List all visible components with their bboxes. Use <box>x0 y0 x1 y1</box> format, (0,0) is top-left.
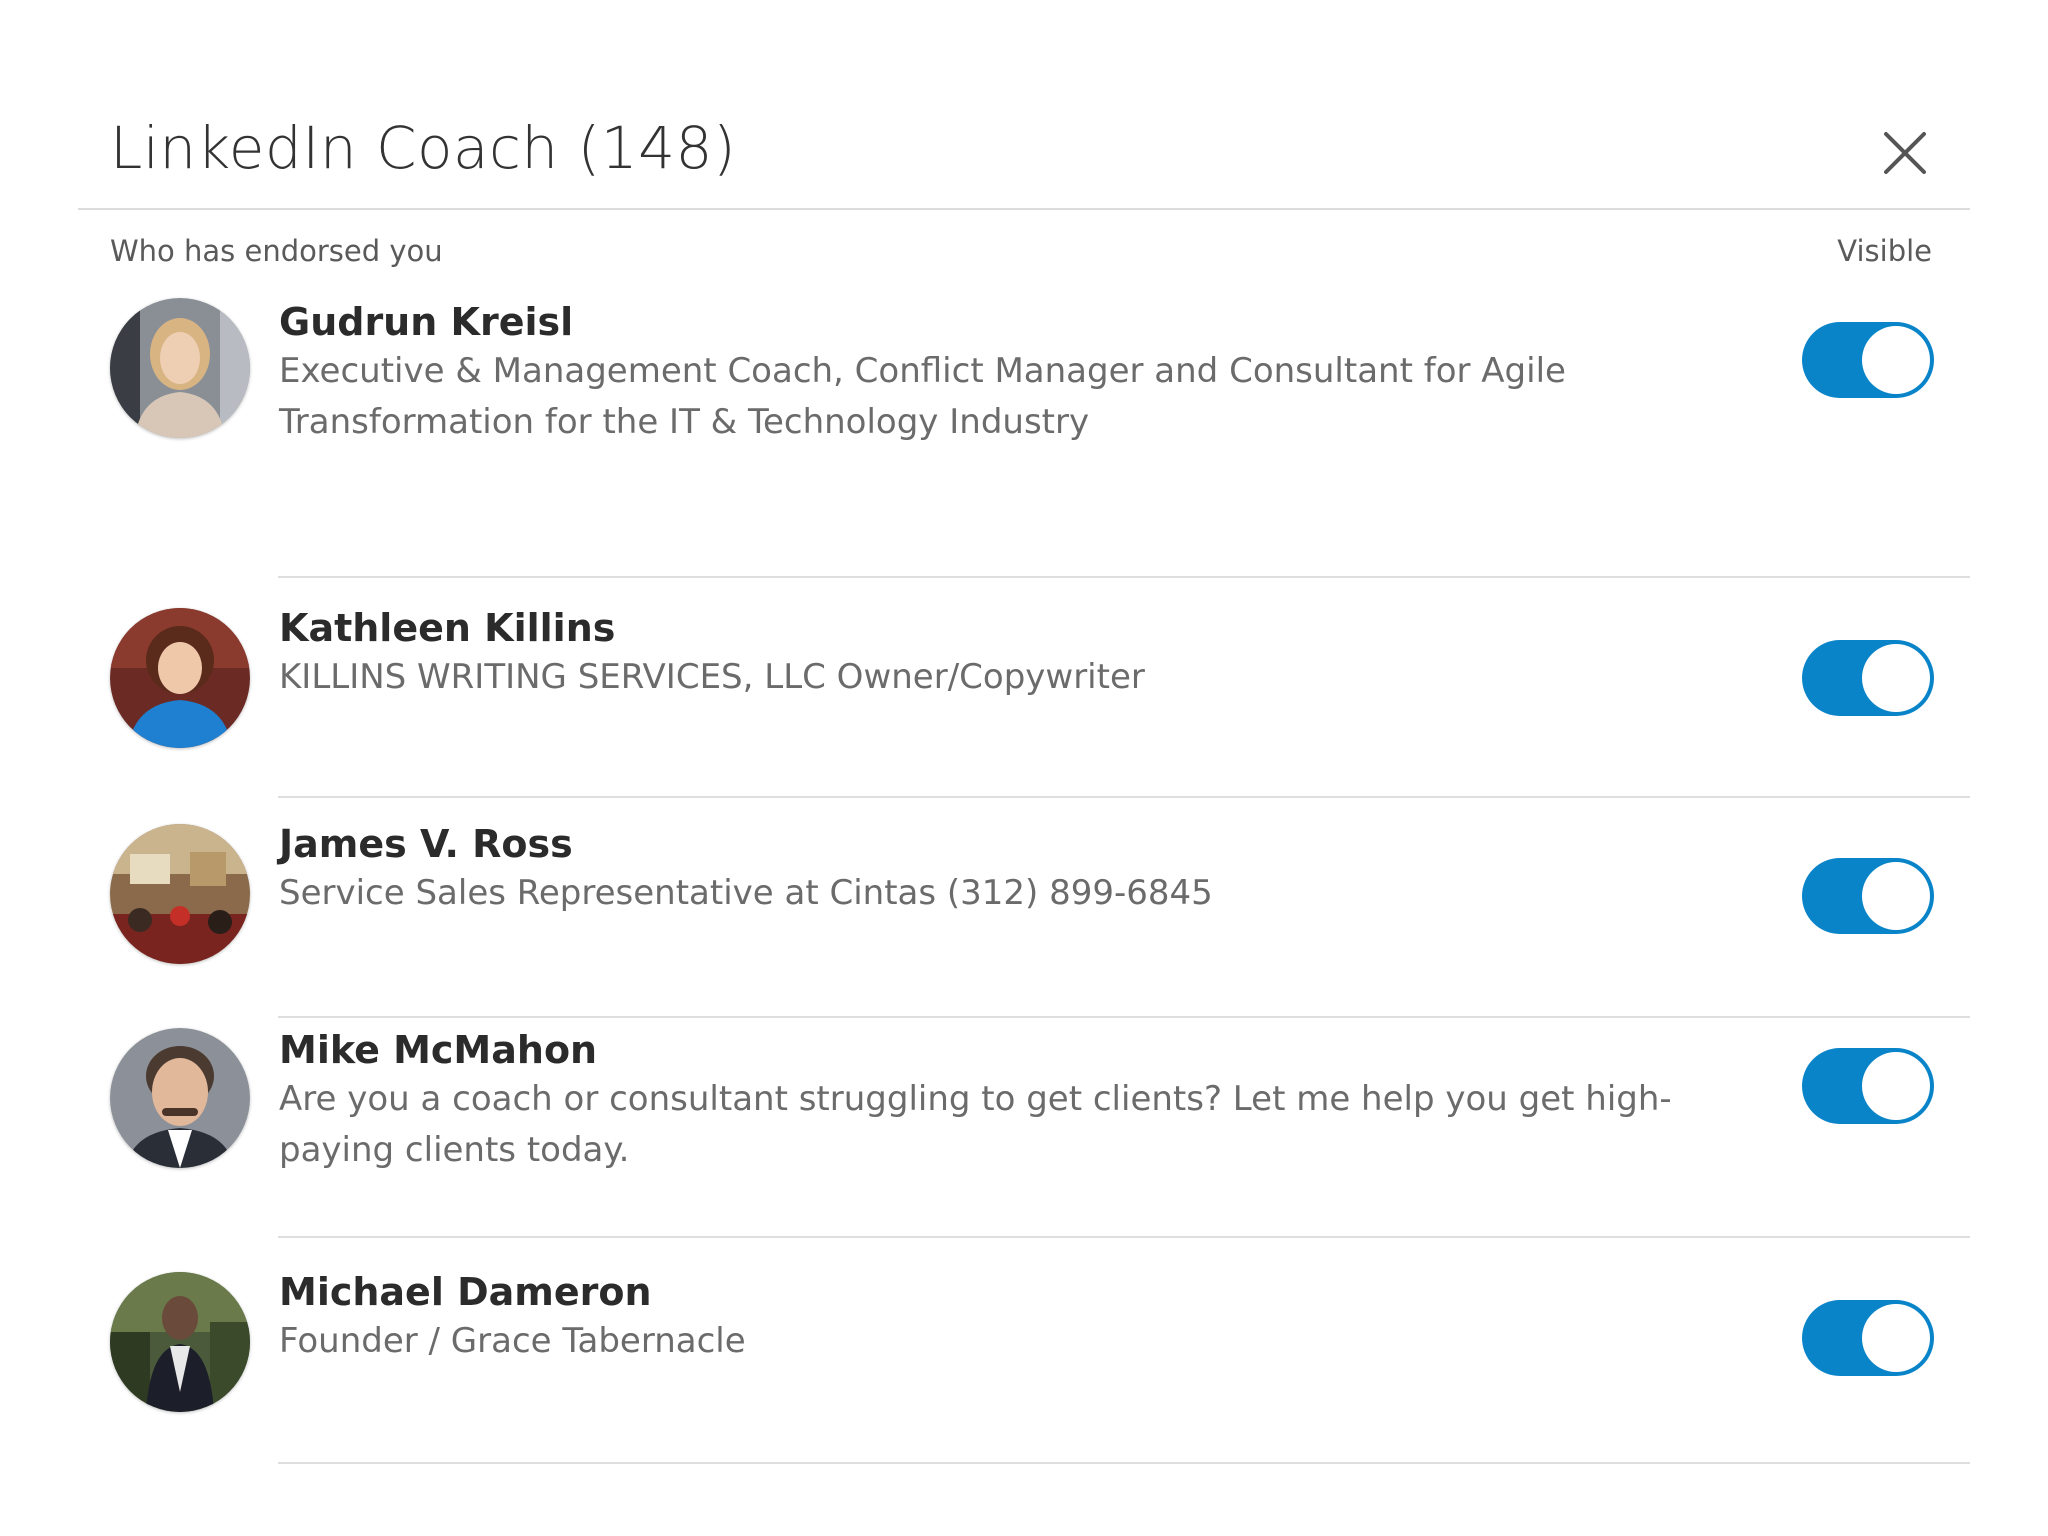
toggle-knob <box>1862 644 1930 712</box>
endorser-name[interactable]: Michael Dameron <box>279 1270 652 1314</box>
endorsed-by-label: Who has endorsed you <box>110 234 443 268</box>
toggle-knob <box>1862 1304 1930 1372</box>
endorser-row: Kathleen Killins KILLINS WRITING SERVICE… <box>78 578 1970 798</box>
endorser-headline: Founder / Grace Tabernacle <box>279 1321 746 1361</box>
endorser-row: Michael Dameron Founder / Grace Tabernac… <box>78 1238 1970 1464</box>
row-divider <box>278 1462 1970 1464</box>
endorser-name[interactable]: James V. Ross <box>279 822 573 866</box>
dialog-title: LinkedIn Coach (148) <box>110 114 737 182</box>
avatar <box>110 608 250 748</box>
endorsers-dialog: LinkedIn Coach (148) Who has endorsed yo… <box>78 100 1970 1536</box>
visibility-toggle[interactable] <box>1802 640 1934 716</box>
endorser-row: James V. Ross Service Sales Representati… <box>78 798 1970 1018</box>
visible-column-label: Visible <box>1837 234 1932 268</box>
endorser-headline: Service Sales Representative at Cintas (… <box>279 873 1213 913</box>
endorser-name[interactable]: Mike McMahon <box>279 1028 597 1072</box>
toggle-knob <box>1862 1052 1930 1120</box>
endorser-headline: KILLINS WRITING SERVICES, LLC Owner/Copy… <box>279 657 1145 697</box>
visibility-toggle[interactable] <box>1802 1048 1934 1124</box>
visibility-toggle[interactable] <box>1802 322 1934 398</box>
close-button[interactable] <box>1880 128 1930 178</box>
toggle-knob <box>1862 862 1930 930</box>
visibility-toggle[interactable] <box>1802 1300 1934 1376</box>
avatar <box>110 1028 250 1168</box>
visibility-toggle[interactable] <box>1802 858 1934 934</box>
avatar <box>110 298 250 438</box>
close-icon <box>1884 132 1926 174</box>
avatar <box>110 824 250 964</box>
endorser-name[interactable]: Kathleen Killins <box>279 606 615 650</box>
endorser-headline: Executive & Management Coach, Conflict M… <box>279 351 1566 442</box>
list-subheader: Who has endorsed you Visible <box>78 210 1970 268</box>
toggle-knob <box>1862 326 1930 394</box>
endorser-name[interactable]: Gudrun Kreisl <box>279 300 573 344</box>
avatar <box>110 1272 250 1412</box>
endorser-row: Gudrun Kreisl Executive & Management Coa… <box>78 266 1970 578</box>
dialog-header: LinkedIn Coach (148) <box>78 100 1970 210</box>
endorser-headline: Are you a coach or consultant struggling… <box>279 1079 1672 1170</box>
endorser-row: Mike McMahon Are you a coach or consulta… <box>78 1018 1970 1238</box>
